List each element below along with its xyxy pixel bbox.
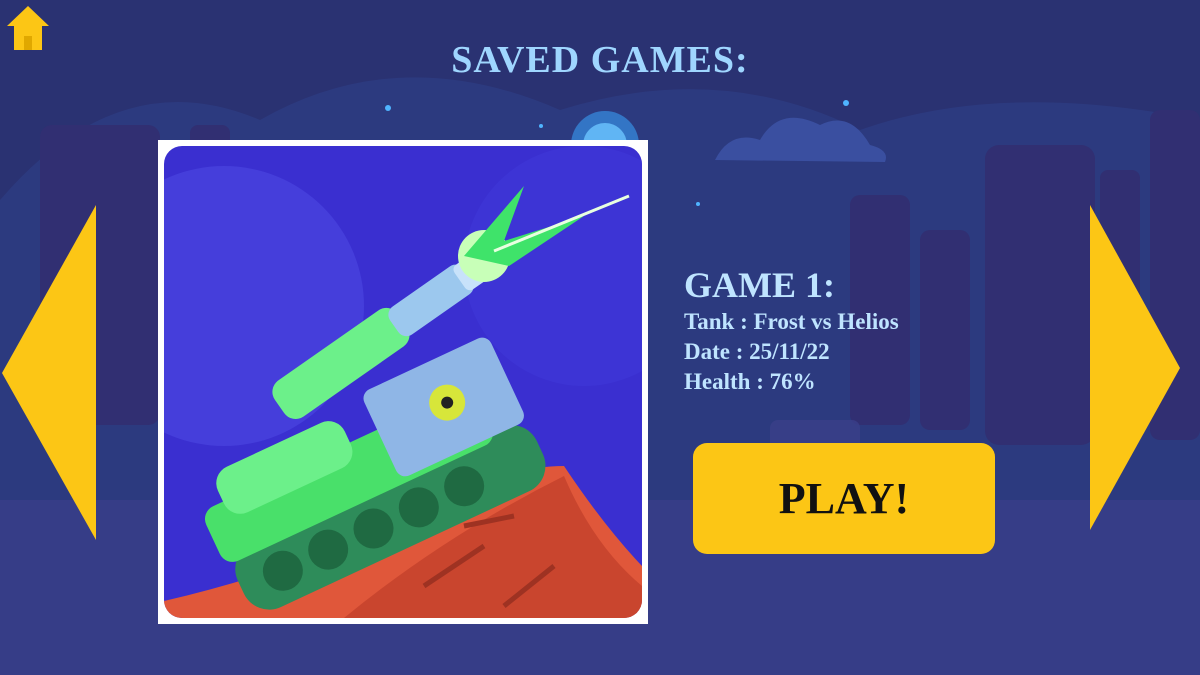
arrow-right-icon [1090,205,1180,530]
arrow-left-icon [2,205,96,540]
health-info: Health : 76% [684,369,816,394]
game-name: GAME 1: [684,265,835,305]
page-title: SAVED GAMES: [451,39,749,81]
tank-info: Tank : Frost vs Helios [684,309,899,334]
tank-game-artwork [164,146,642,618]
game-info-panel: GAME 1: Tank : Frost vs Helios Date : 25… [684,265,899,397]
game-thumbnail[interactable] [158,140,648,624]
next-game-button[interactable] [1088,205,1184,530]
play-button[interactable]: PLAY! [693,443,995,554]
date-info: Date : 25/11/22 [684,339,830,364]
previous-game-button[interactable] [2,205,98,540]
